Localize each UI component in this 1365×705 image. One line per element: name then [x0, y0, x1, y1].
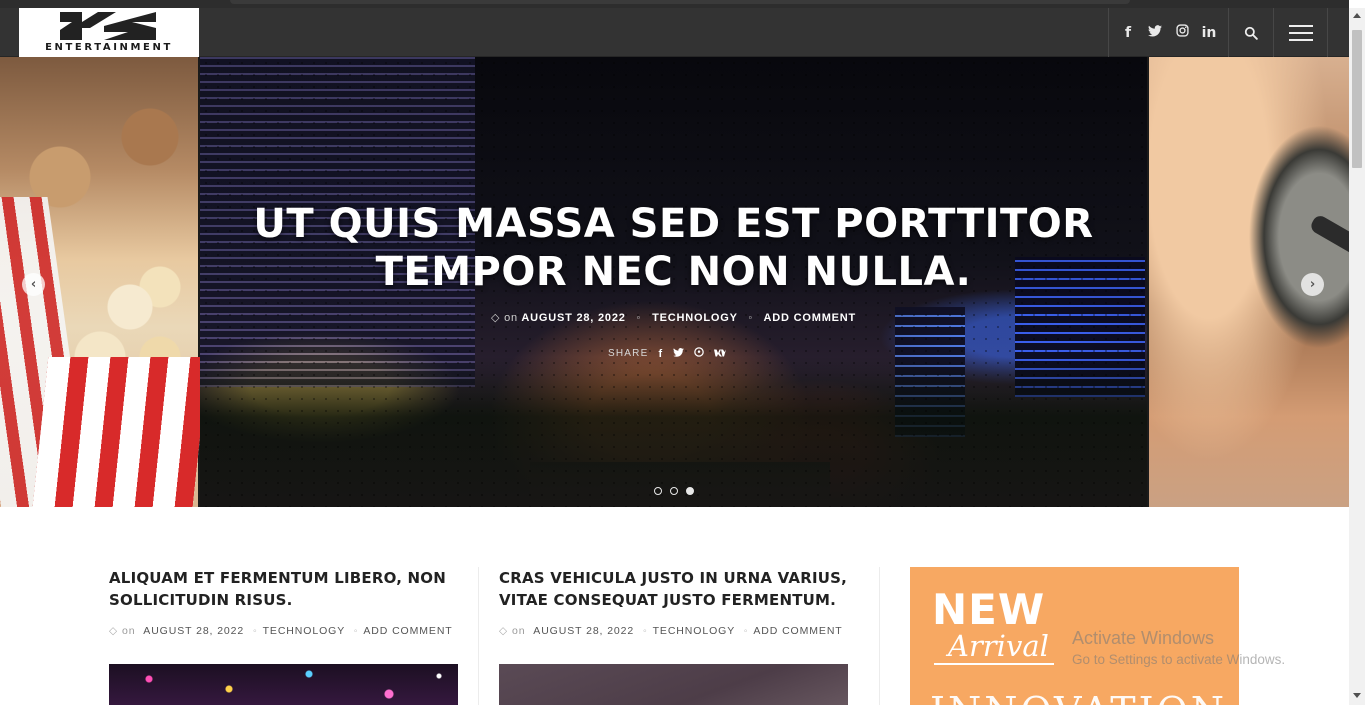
slider-dot[interactable] [654, 487, 662, 495]
meta-category[interactable]: TECHNOLOGY [653, 625, 735, 637]
meta-comment-link[interactable]: ADD COMMENT [753, 625, 842, 637]
slider-next-arrow[interactable]: › [1301, 273, 1324, 296]
post-thumbnail[interactable] [109, 664, 458, 705]
clock-icon: ◇ [490, 312, 505, 324]
pinterest-icon[interactable] [694, 347, 705, 360]
meta-comment-link[interactable]: ADD COMMENT [363, 625, 452, 637]
hamburger-menu-button[interactable] [1273, 8, 1328, 57]
meta-date[interactable]: AUGUST 28, 2022 [143, 625, 244, 637]
social-links: f in [1108, 8, 1228, 57]
post-thumbnail[interactable] [499, 664, 848, 705]
post-title[interactable]: CRAS VEHICULA JUSTO IN URNA VARIUS, VITA… [499, 567, 849, 611]
meta-on-label: on [121, 625, 136, 637]
scrollbar-thumb[interactable] [1352, 30, 1362, 168]
slide-title-line: TEMPOR NEC NON NULLA. [375, 249, 972, 295]
hero-slider: UT QUIS MASSA SED EST PORTTITOR TEMPOR N… [0, 57, 1349, 507]
logo-mark-icon [60, 12, 156, 40]
meta-category[interactable]: TECHNOLOGY [652, 312, 737, 324]
clock-icon: ◇ [499, 625, 508, 637]
hamburger-line [1288, 38, 1313, 41]
post-card: CRAS VEHICULA JUSTO IN URNA VARIUS, VITA… [499, 567, 849, 705]
chevron-right-icon: › [1309, 277, 1316, 292]
meta-date[interactable]: AUGUST 28, 2022 [533, 625, 634, 637]
meta-date[interactable]: AUGUST 28, 2022 [521, 312, 625, 324]
meta-separator: ◦ [642, 625, 648, 637]
share-label: SHARE [608, 348, 649, 359]
column-divider [879, 567, 880, 705]
twitter-icon[interactable] [673, 347, 685, 360]
linkedin-icon[interactable]: in [1202, 25, 1217, 41]
hamburger-line [1288, 31, 1313, 34]
ad-subheadline: Arrival [948, 629, 1049, 663]
meta-separator: ◦ [743, 625, 749, 637]
meta-on-label: on [504, 312, 518, 324]
scroll-down-arrow-icon[interactable] [1353, 693, 1361, 698]
post-meta: ◇ on AUGUST 28, 2022 ◦ TECHNOLOGY ◦ ADD COM… [499, 625, 849, 637]
meta-separator: ◦ [748, 312, 754, 324]
search-button[interactable] [1228, 8, 1273, 57]
post-title-line: CRAS VEHICULA JUSTO IN URNA VARIUS, [499, 569, 848, 587]
column-divider [478, 567, 479, 705]
post-meta: ◇ on AUGUST 28, 2022 ◦ TECHNOLOGY ◦ ADD COM… [109, 625, 459, 637]
logo-text: ENTERTAINMENT [45, 42, 173, 53]
clock-icon: ◇ [109, 625, 118, 637]
browser-top-strip [0, 0, 1349, 8]
meta-separator: ◦ [252, 625, 258, 637]
site-logo[interactable]: ENTERTAINMENT [19, 8, 199, 57]
slide-title[interactable]: UT QUIS MASSA SED EST PORTTITOR TEMPOR N… [200, 200, 1147, 296]
slider-dot[interactable] [670, 487, 678, 495]
post-title-line: ALIQUAM ET FERMENTUM LIBERO, NON [109, 569, 446, 587]
page: ENTERTAINMENT f in UT QUIS MASSA SED EST… [0, 0, 1365, 705]
post-card: ALIQUAM ET FERMENTUM LIBERO, NON SOLLICI… [109, 567, 459, 705]
meta-category[interactable]: TECHNOLOGY [263, 625, 345, 637]
search-icon [1244, 26, 1258, 40]
slide-share: SHARE f [608, 347, 727, 360]
watermark-line: Go to Settings to activate Windows. [1072, 652, 1286, 667]
hamburger-line [1288, 24, 1313, 27]
facebook-icon[interactable]: f [1121, 25, 1136, 41]
ad-tagline: INNOVATION [930, 689, 1227, 705]
slide-meta: ◇ on AUGUST 28, 2022 ◦ TECHNOLOGY ◦ ADD … [200, 311, 1147, 324]
meta-on-label: on [511, 625, 526, 637]
post-title-line: SOLLICITUDIN RISUS. [109, 591, 293, 609]
scroll-up-arrow-icon[interactable] [1353, 13, 1361, 18]
page-scrollbar[interactable] [1349, 8, 1365, 705]
instagram-icon[interactable] [1175, 24, 1190, 41]
slider-dot-active[interactable] [686, 487, 694, 495]
facebook-icon[interactable]: f [658, 348, 663, 360]
slide-title-line: UT QUIS MASSA SED EST PORTTITOR [253, 201, 1094, 247]
slider-pagination [654, 487, 694, 495]
chevron-left-icon: ‹ [30, 277, 37, 292]
site-header: ENTERTAINMENT f in [0, 8, 1349, 57]
slider-prev-arrow[interactable]: ‹ [22, 273, 45, 296]
ad-divider [934, 663, 1054, 665]
windows-activation-watermark: Activate Windows Go to Settings to activ… [1072, 628, 1285, 667]
vk-icon[interactable] [714, 348, 727, 360]
ad-headline: NEW [932, 585, 1046, 634]
meta-separator: ◦ [636, 312, 642, 324]
post-title-line: VITAE CONSEQUAT JUSTO FERMENTUM. [499, 591, 837, 609]
watermark-line: Activate Windows [1072, 628, 1215, 648]
meta-comment-link[interactable]: ADD COMMENT [764, 312, 857, 324]
meta-separator: ◦ [353, 625, 359, 637]
post-title[interactable]: ALIQUAM ET FERMENTUM LIBERO, NON SOLLICI… [109, 567, 459, 611]
twitter-icon[interactable] [1148, 24, 1163, 41]
